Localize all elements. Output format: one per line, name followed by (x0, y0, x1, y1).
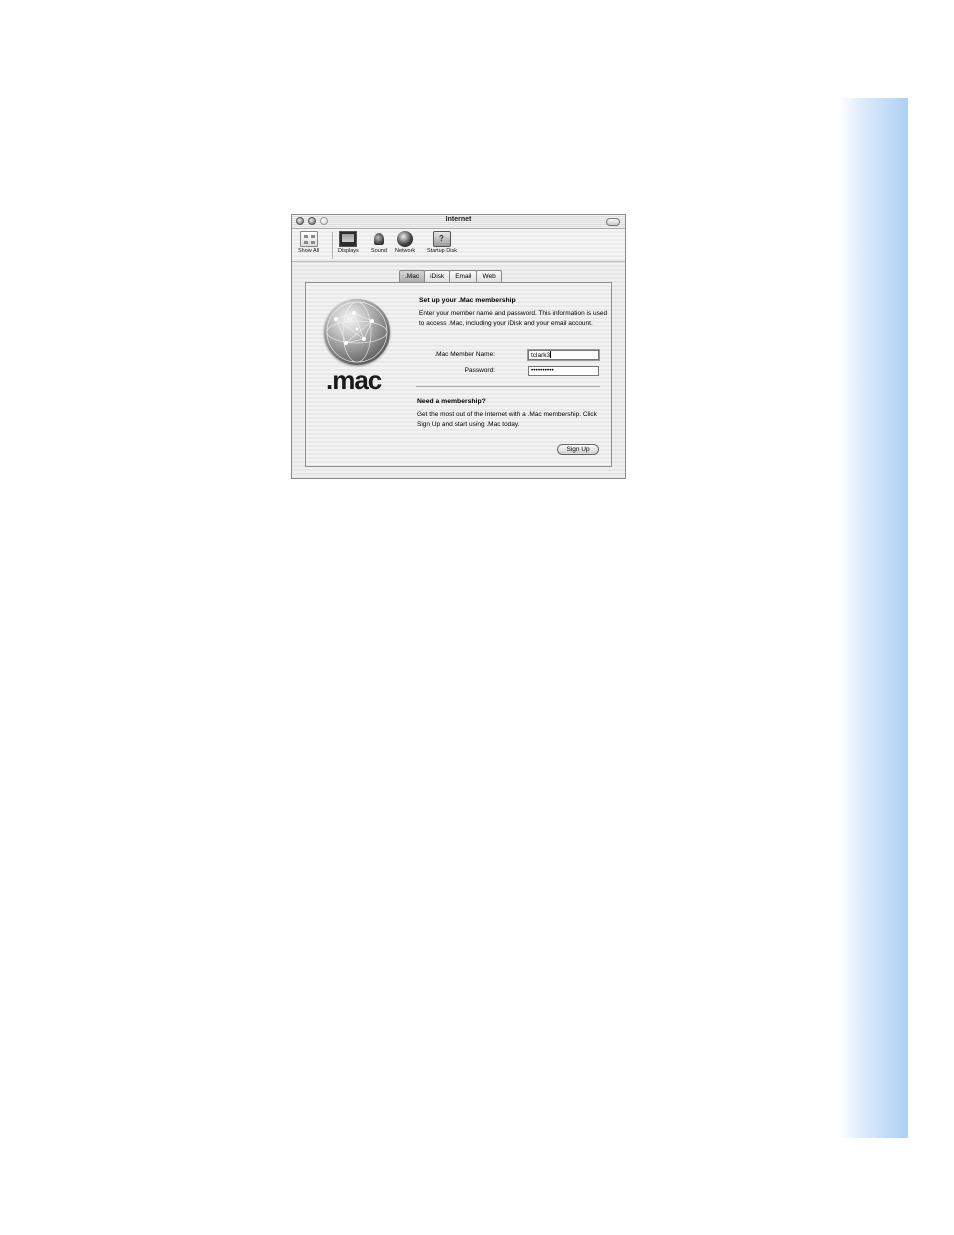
toolbar-show-all-label: Show All (298, 248, 320, 254)
toolbar-displays[interactable]: Displays (338, 231, 359, 254)
network-globe-icon (397, 231, 414, 247)
text-caret (550, 351, 552, 358)
member-name-value: tclark3 (531, 352, 551, 359)
member-name-field[interactable]: tclark3 (528, 350, 599, 360)
mac-globe-icon (324, 299, 390, 365)
toolbar-sound[interactable]: Sound (370, 231, 388, 254)
section-divider (416, 386, 600, 387)
toolbar-startup-disk[interactable]: Startup Disk (427, 231, 457, 254)
window-title: Internet (445, 216, 472, 223)
toolbar-toggle-button[interactable] (606, 218, 620, 226)
need-membership-heading: Need a membership? (417, 398, 486, 405)
password-label: Password: (464, 367, 495, 374)
title-bar[interactable]: Internet (292, 215, 625, 229)
mac-tab-panel: .mac Set up your .Mac membership Enter y… (305, 282, 612, 467)
speaker-icon (370, 231, 388, 247)
member-name-label: .Mac Member Name: (434, 351, 495, 358)
toolbar-show-all[interactable]: Show All (298, 231, 319, 254)
toolbar-separator (332, 232, 333, 259)
toolbar-network[interactable]: Network (395, 231, 415, 254)
toolbar-network-label: Network (395, 248, 416, 254)
apple-grid-icon (299, 231, 318, 247)
internet-preferences-window: Internet Show All Displays Sound Network… (291, 214, 626, 479)
sign-up-button[interactable]: Sign Up (557, 444, 599, 455)
need-membership-description: Get the most out of the Internet with a … (417, 411, 597, 428)
setup-description: Enter your member name and password. Thi… (419, 310, 608, 327)
toolbar-startup-disk-label: Startup Disk (427, 248, 457, 254)
mac-logo-text: .mac (326, 365, 382, 395)
setup-heading: Set up your .Mac membership (419, 297, 516, 304)
toolbar-sound-label: Sound (371, 248, 387, 254)
startup-disk-icon (432, 231, 451, 247)
page-side-band (838, 98, 908, 1138)
toolbar-displays-label: Displays (338, 248, 359, 254)
password-field[interactable]: •••••••••• (528, 366, 599, 376)
toolbar: Show All Displays Sound Network Startup … (292, 229, 625, 262)
display-icon (339, 231, 358, 247)
